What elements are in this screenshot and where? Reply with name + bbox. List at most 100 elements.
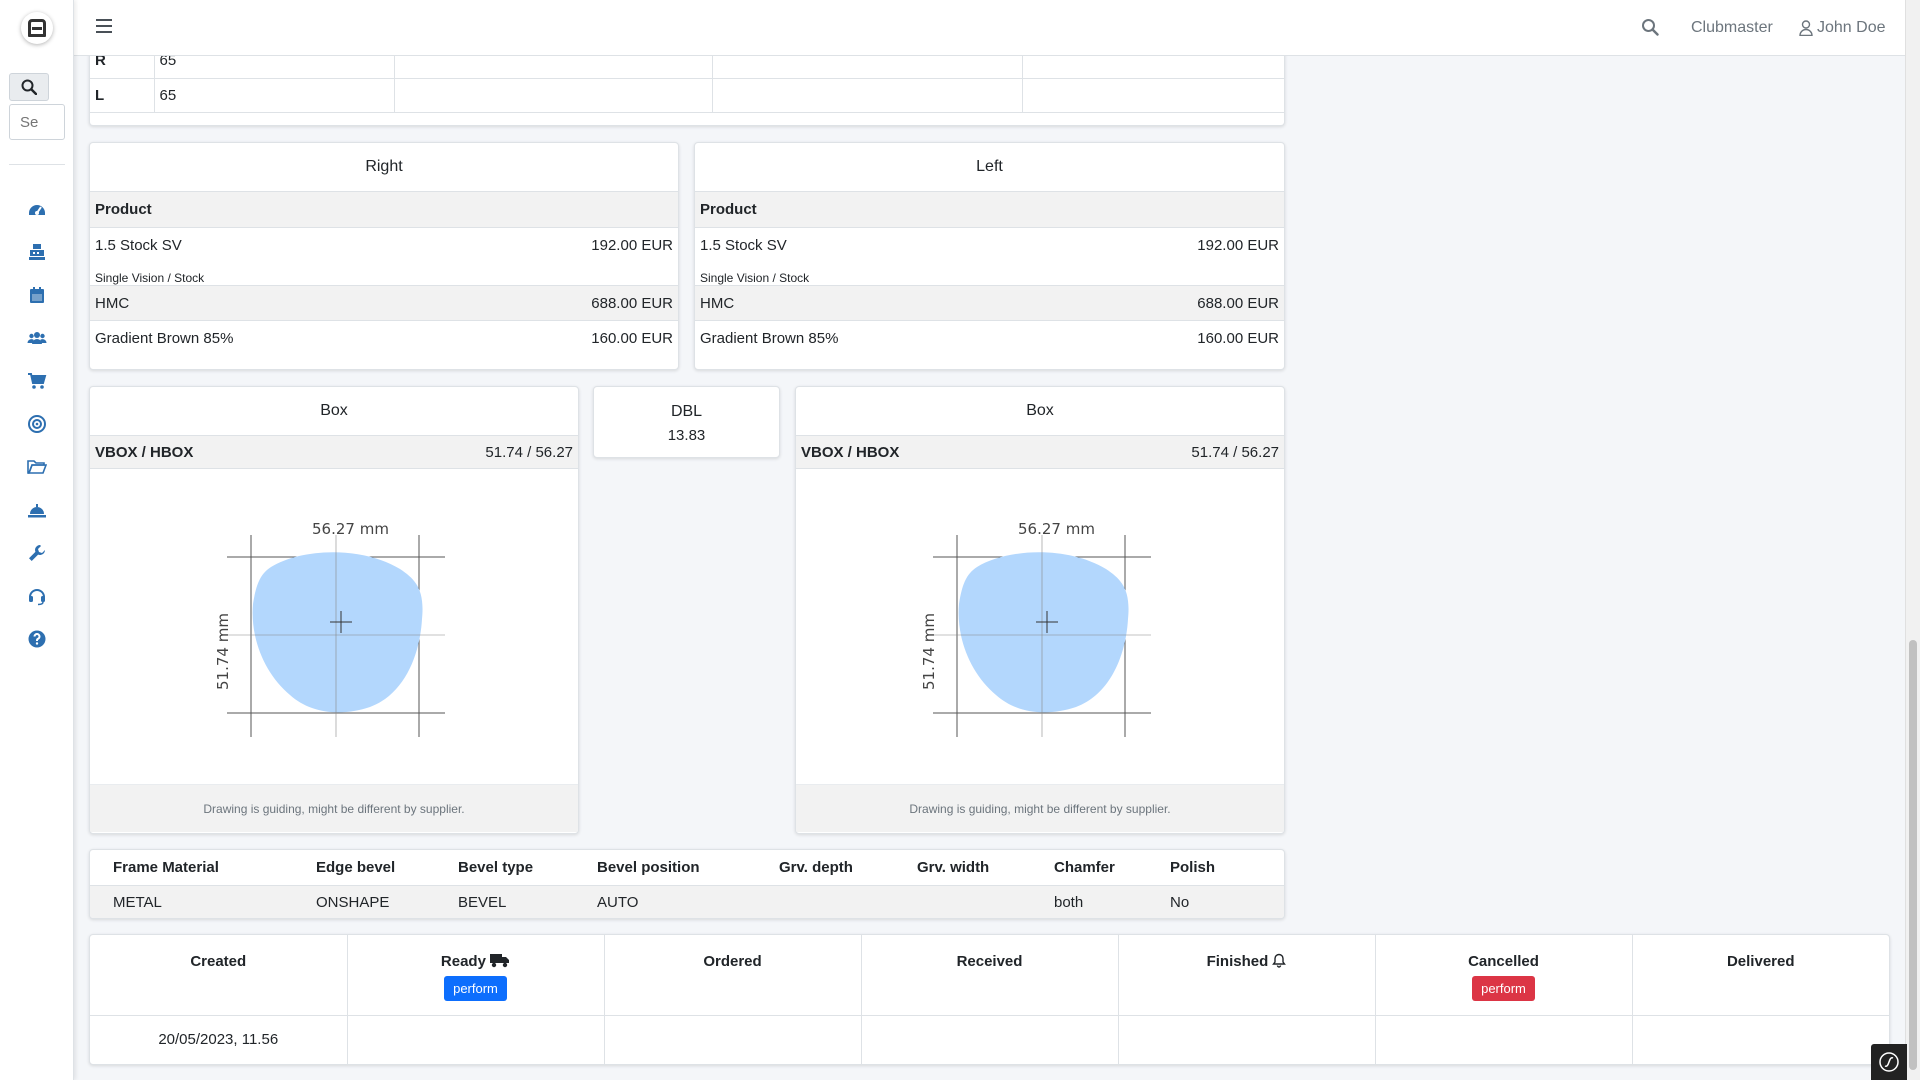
product-header: Product — [90, 192, 678, 228]
sidebar-item-calendar[interactable] — [0, 273, 74, 316]
groove-depth-value — [756, 885, 894, 918]
height-label: 51.74 mm — [920, 613, 938, 690]
product-header-label: Product — [700, 201, 757, 218]
status-received: Received — [861, 935, 1119, 1016]
scrollbar-thumb[interactable] — [1909, 640, 1917, 1070]
sidebar-item-dashboard[interactable] — [0, 187, 74, 230]
user-menu[interactable]: John Doe — [1799, 19, 1886, 37]
coating-name: HMC — [700, 294, 735, 312]
dbl-value: 13.83 — [667, 427, 706, 444]
tint-item: Gradient Brown 85% 160.00 EUR — [90, 321, 678, 356]
sidebar-item-files[interactable] — [0, 445, 74, 488]
status-cancelled-label: Cancelled — [1468, 953, 1539, 970]
lens-right-title: Right — [90, 143, 678, 192]
sidebar-item-support[interactable] — [0, 574, 74, 617]
status-finished-label: Finished — [1206, 953, 1269, 970]
cancelled-date — [1375, 1015, 1633, 1064]
bevel-position-value: AUTO — [574, 885, 756, 918]
frame-material-table: Frame Material Edge bevel Bevel type Bev… — [90, 850, 1284, 918]
table-row: L 65 — [90, 78, 1284, 113]
sidebar-search-button[interactable] — [9, 73, 49, 101]
tint-name: Gradient Brown 85% — [700, 330, 839, 347]
sidebar-item-cart[interactable] — [0, 359, 74, 402]
frame-material-card: Frame Material Edge bevel Bevel type Bev… — [89, 849, 1285, 919]
height-label: 51.74 mm — [214, 613, 232, 690]
sidebar-item-tools[interactable] — [0, 531, 74, 574]
tint-price: 160.00 EUR — [1197, 330, 1279, 347]
col-bevel-type: Bevel type — [435, 850, 574, 886]
col-edge-bevel: Edge bevel — [293, 850, 435, 886]
table-row: METAL ONSHAPE BEVEL AUTO both No — [90, 885, 1284, 918]
status-header-row: Created Ready perform Ordered Received F… — [90, 935, 1889, 1016]
col-frame-material: Frame Material — [90, 850, 293, 886]
width-label: 56.27 mm — [1018, 520, 1095, 538]
coating-price: 688.00 EUR — [1197, 294, 1279, 312]
box-label: VBOX / HBOX — [95, 443, 194, 461]
dashboard-icon — [29, 204, 45, 215]
col-groove-depth: Grv. depth — [756, 850, 894, 886]
lens-shape — [958, 552, 1129, 713]
box-left-card: Box VBOX / HBOX 51.74 / 56.27 56.27 mm 51… — [795, 386, 1285, 834]
status-ready: Ready perform — [347, 935, 605, 1016]
sidebar-item-users[interactable] — [0, 316, 74, 359]
debug-toolbar-toggle[interactable] — [1871, 1044, 1907, 1080]
menu-toggle-button[interactable] — [96, 19, 112, 35]
box-left-title: Box — [796, 387, 1284, 436]
sidebar-divider — [9, 164, 65, 165]
lens-left-card: Left Product 1.5 Stock SV 192.00 EUR Sing… — [694, 142, 1285, 370]
cancel-perform-button[interactable]: perform — [1472, 976, 1535, 1001]
sidebar-item-target[interactable] — [0, 402, 74, 445]
page-scrollbar[interactable] — [1905, 0, 1920, 1080]
tint-name: Gradient Brown 85% — [95, 330, 234, 347]
polish-value: No — [1147, 885, 1284, 918]
col-chamfer: Chamfer — [1031, 850, 1147, 886]
wrench-icon — [29, 544, 45, 561]
lens-right-card: Right Product 1.5 Stock SV 192.00 EUR Sin… — [89, 142, 679, 370]
cash-register-icon — [29, 243, 45, 260]
box-value: 51.74 / 56.27 — [485, 443, 573, 461]
folder-open-icon — [27, 459, 47, 474]
groove-width-value — [894, 885, 1031, 918]
row-value: 65 — [154, 78, 395, 113]
received-date — [861, 1015, 1119, 1064]
ready-perform-button[interactable]: perform — [444, 976, 507, 1001]
symfony-icon — [1879, 1052, 1899, 1072]
lens-shape-drawing: 56.27 mm 51.74 mm — [920, 520, 1151, 737]
lens-shape — [252, 552, 423, 713]
sidebar-item-register[interactable] — [0, 230, 74, 273]
product-subtitle: Single Vision / Stock — [95, 271, 205, 285]
lens-left-title: Left — [695, 143, 1284, 192]
club-link[interactable]: Clubmaster — [1691, 19, 1773, 37]
search-icon — [1642, 19, 1659, 36]
bell-icon — [1272, 953, 1287, 968]
sidebar-item-help[interactable] — [0, 617, 74, 660]
delivered-date — [1632, 1015, 1889, 1064]
dbl-card: DBL 13.83 — [593, 386, 780, 458]
calendar-icon — [30, 286, 44, 303]
edge-bevel-value: ONSHAPE — [293, 885, 435, 918]
product-item: 1.5 Stock SV 192.00 EUR Single Vision / S… — [695, 228, 1284, 286]
top-navbar: Clubmaster John Doe — [74, 0, 1905, 56]
coating-name: HMC — [95, 294, 130, 312]
status-value-row: 20/05/2023, 11.56 — [90, 1015, 1889, 1064]
app-logo[interactable] — [21, 12, 53, 44]
status-delivered-label: Delivered — [1726, 953, 1795, 970]
status-ordered-label: Ordered — [703, 953, 762, 970]
hamburger-line — [96, 25, 112, 27]
cart-icon — [28, 372, 47, 389]
order-status-table: Created Ready perform Ordered Received F… — [90, 935, 1889, 1064]
prescription-table: R 65 L 65 — [89, 44, 1285, 126]
ordered-date — [604, 1015, 862, 1064]
product-header: Product — [695, 192, 1284, 228]
status-ordered: Ordered — [604, 935, 862, 1016]
width-label: 56.27 mm — [312, 520, 389, 538]
user-name: John Doe — [1817, 19, 1886, 36]
top-search-button[interactable] — [1641, 18, 1659, 40]
ready-date — [347, 1015, 605, 1064]
empty-cell — [394, 78, 713, 113]
sidebar-search-input[interactable] — [9, 104, 65, 140]
frame-material-value: METAL — [90, 885, 293, 918]
sidebar-item-service[interactable] — [0, 488, 74, 531]
lens-shape-drawing: 56.27 mm 51.74 mm — [214, 520, 445, 737]
box-right-title: Box — [90, 387, 578, 436]
